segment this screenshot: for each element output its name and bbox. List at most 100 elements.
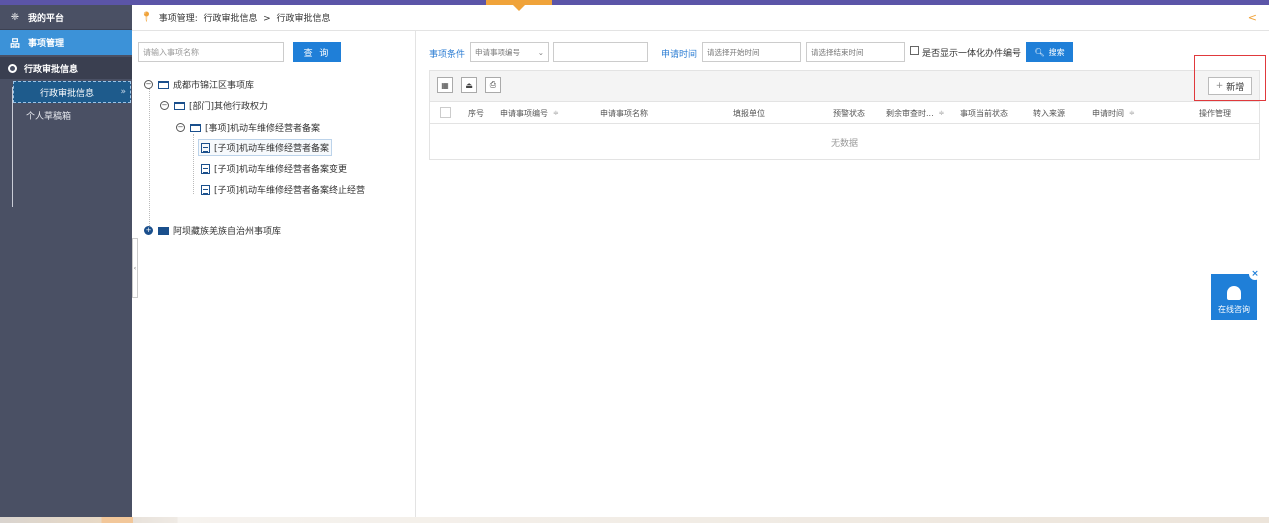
condition-value-input[interactable] (553, 42, 648, 62)
column-header-remaining-time[interactable]: 剩余审查时... ≑ (886, 102, 945, 124)
sort-icon[interactable]: ≑ (553, 109, 559, 117)
sidebar-item-label: 事项管理 (28, 39, 65, 49)
panel-collapse-handle[interactable]: ‹ (132, 238, 138, 298)
column-header-unit: 填报单位 (733, 102, 765, 124)
document-icon (201, 184, 210, 195)
tree-node-label: 成都市锦江区事项库 (173, 81, 255, 91)
tree-node-label: [子项]机动车维修经营者备案变更 (214, 165, 348, 175)
folder-open-icon (158, 80, 169, 89)
tree-node-aba[interactable]: + 阿坝藏族羌族自治州事项库 (144, 224, 281, 237)
tree-structure-icon: 品 (10, 39, 20, 50)
submenu-line (12, 87, 13, 207)
breadcrumb: 📍︎ 事项管理: 行政审批信息 > 行政审批信息 < (132, 5, 1269, 31)
table-toolbar: ▦ ⏏ ⎙ + 新增 (430, 71, 1259, 102)
column-label: 转入来源 (1033, 108, 1065, 118)
chevron-left-icon[interactable]: < (1248, 11, 1257, 24)
column-label: 申请事项名称 (600, 108, 648, 118)
breadcrumb-text: 事项管理: 行政审批信息 > 行政审批信息 (158, 14, 331, 24)
condition-select-value: 申请事项编号 (475, 47, 520, 57)
column-label: 剩余审查时... (886, 108, 934, 118)
folder-open-icon (174, 101, 185, 110)
section-label: 行政审批信息 (24, 64, 79, 75)
sidebar-item-approval-info[interactable]: 行政审批信息 » (13, 81, 131, 103)
time-label: 申请时间 (661, 50, 698, 60)
column-label: 操作管理 (1199, 108, 1231, 118)
tree-node-subitem-change[interactable]: [子项]机动车维修经营者备案变更 (201, 162, 347, 175)
add-button-highlight-box (1194, 55, 1266, 101)
tree-node-label: [子项]机动车维修经营者备案终止经营 (214, 186, 366, 196)
sidebar-item-label: 我的平台 (28, 13, 65, 24)
search-icon: 🔍︎ (1034, 47, 1045, 57)
search-button[interactable]: 🔍︎ 搜索 (1026, 42, 1073, 62)
tree-node-label: [子项]机动车维修经营者备案 (214, 144, 330, 154)
folder-closed-icon (158, 226, 169, 235)
sidebar-item-label: 个人草稿箱 (26, 111, 72, 122)
expand-toggle-icon[interactable]: + (144, 226, 153, 235)
document-icon (201, 142, 210, 153)
column-label: 预警状态 (833, 108, 865, 118)
start-time-input[interactable]: 请选择开始时间 (702, 42, 801, 62)
folder-open-icon (190, 123, 201, 132)
collapse-toggle-icon[interactable]: − (176, 123, 185, 132)
data-table: ▦ ⏏ ⎙ + 新增 序号 申请事项编号 ≑ 申请事项名称 填报单位 预警状态 剩… (429, 70, 1260, 160)
sidebar-item-matter[interactable]: 品 事项管理 (0, 30, 132, 55)
column-label: 事项当前状态 (960, 108, 1008, 118)
show-unified-number-checkbox[interactable] (910, 46, 919, 55)
column-header-index: 序号 (468, 102, 484, 124)
tree-connector (149, 88, 150, 228)
tree-node-department[interactable]: − [部门]其他行政权力 (160, 99, 268, 112)
tree-node-matter[interactable]: − [事项]机动车维修经营者备案 (176, 121, 320, 134)
sidebar-item-drafts[interactable]: 个人草稿箱 (0, 103, 132, 127)
tree-node-subitem-terminate[interactable]: [子项]机动车维修经营者备案终止经营 (201, 183, 365, 196)
tree-node-chengdu[interactable]: − 成都市锦江区事项库 (144, 78, 254, 91)
column-header-actions: 操作管理 (1199, 102, 1231, 124)
sort-icon[interactable]: ≑ (939, 109, 945, 117)
tree-connector (193, 134, 194, 194)
column-header-warning: 预警状态 (833, 102, 865, 124)
main-panel: 事项条件 申请事项编号 ⌄ 申请时间 请选择开始时间 请选择结束时间 是否显示一… (416, 31, 1269, 517)
tree-node-label: 阿坝藏族羌族自治州事项库 (173, 227, 282, 237)
tree-node-label: [事项]机动车维修经营者备案 (205, 124, 321, 134)
column-header-matter-number[interactable]: 申请事项编号 ≑ (500, 102, 559, 124)
query-button[interactable]: 查 询 (293, 42, 341, 62)
empty-state-text: 无数据 (830, 138, 858, 149)
circle-dot-icon (8, 63, 17, 73)
column-header-source: 转入来源 (1033, 102, 1065, 124)
bottom-taskbar-strip (0, 517, 1269, 523)
sidebar-item-platform[interactable]: ❈ 我的平台 (0, 5, 132, 30)
tree-node-subitem-filing[interactable]: [子项]机动车维修经营者备案 (198, 139, 333, 156)
grid-view-icon[interactable]: ▦ (437, 77, 453, 93)
condition-label: 事项条件 (429, 50, 466, 60)
column-label: 填报单位 (733, 108, 765, 118)
sidebar-submenu: 行政审批信息 行政审批信息 » 个人草稿箱 (0, 57, 132, 207)
online-consult-label: 在线咨询 (1218, 305, 1250, 314)
tree-panel: 请输入事项名称 查 询 − 成都市锦江区事项库 − [部门]其他行政权力 − [… (132, 31, 416, 517)
chat-bubble-icon (1227, 286, 1241, 300)
matter-name-search-input[interactable]: 请输入事项名称 (138, 42, 284, 62)
sort-icon[interactable]: ≑ (1129, 109, 1135, 117)
tree-node-label: [部门]其他行政权力 (189, 102, 269, 112)
condition-select[interactable]: 申请事项编号 ⌄ (470, 42, 549, 62)
export-icon[interactable]: ⏏ (461, 77, 477, 93)
table-header: 序号 申请事项编号 ≑ 申请事项名称 填报单位 预警状态 剩余审查时... ≑ 事项… (430, 102, 1259, 124)
column-header-current-status: 事项当前状态 (960, 102, 1008, 124)
location-pin-icon: 📍︎ (140, 12, 153, 23)
sidebar-section-approval[interactable]: 行政审批信息 (0, 57, 132, 79)
online-consult-widget[interactable]: 在线咨询 (1211, 274, 1257, 320)
close-icon[interactable]: × (1249, 268, 1261, 280)
double-chevron-right-icon: » (120, 87, 126, 97)
collapse-toggle-icon[interactable]: − (144, 80, 153, 89)
checkbox-label: 是否显示一体化办件编号 (922, 49, 1022, 59)
gear-icon: ❈ (10, 11, 20, 23)
column-label: 序号 (468, 108, 484, 118)
end-time-input[interactable]: 请选择结束时间 (806, 42, 905, 62)
select-all-checkbox[interactable] (440, 107, 451, 118)
document-icon (201, 163, 210, 174)
column-header-apply-time[interactable]: 申请时间 ≑ (1092, 102, 1135, 124)
column-header-matter-name: 申请事项名称 (600, 102, 648, 124)
print-icon[interactable]: ⎙ (485, 77, 501, 93)
search-button-label: 搜索 (1048, 47, 1065, 57)
collapse-toggle-icon[interactable]: − (160, 101, 169, 110)
column-label: 申请事项编号 (500, 108, 548, 118)
chevron-down-icon: ⌄ (537, 47, 544, 57)
